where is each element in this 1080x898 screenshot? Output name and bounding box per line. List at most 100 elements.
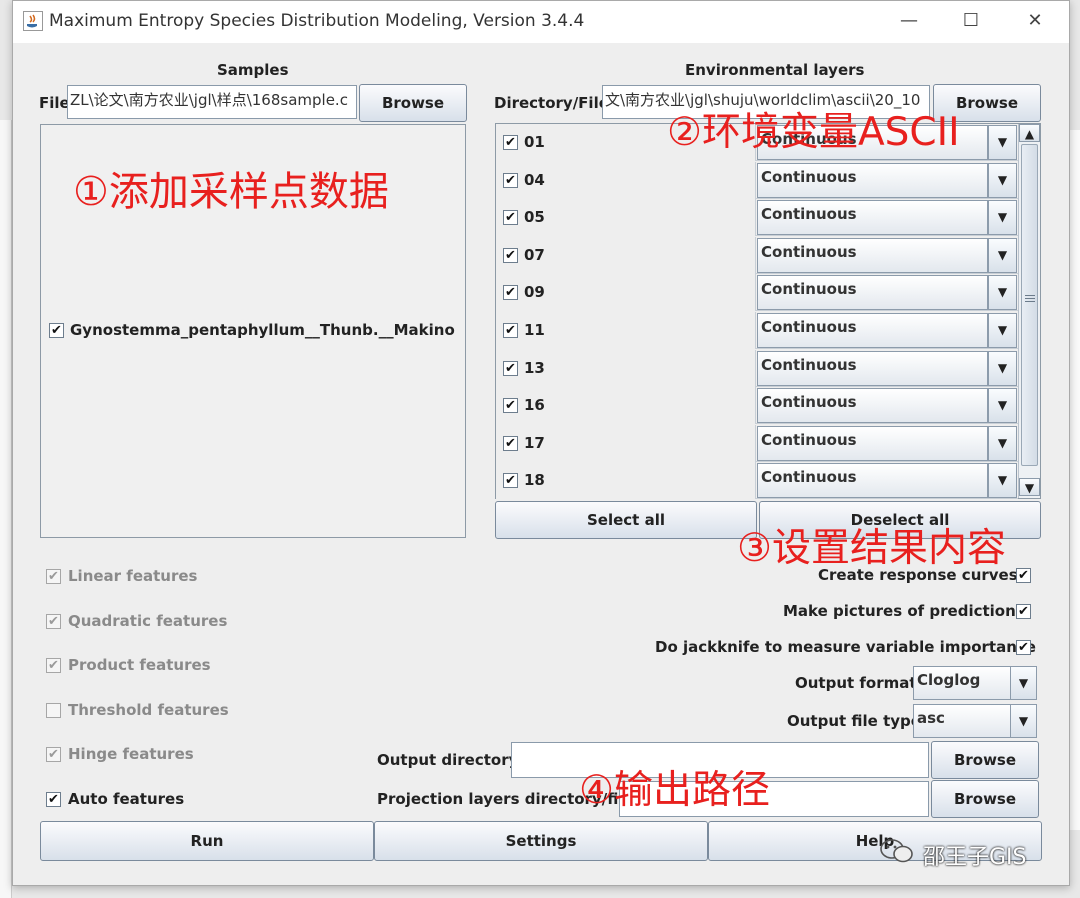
env-layer-checkbox[interactable]: ✔ xyxy=(503,172,518,188)
env-layer-name: 17 xyxy=(524,433,545,452)
env-layer-type-select[interactable]: Continuous xyxy=(757,425,988,461)
env-layer-row[interactable]: ✔ 11 Continuous ▼ xyxy=(496,312,1018,349)
env-layer-type-select[interactable]: Continuous xyxy=(757,388,988,424)
env-layer-row[interactable]: ✔ 04 Continuous ▼ xyxy=(496,161,1018,199)
env-layer-name-cell: ✔ 18 xyxy=(496,462,756,500)
samples-browse-button[interactable]: Browse xyxy=(359,84,467,122)
env-layer-type-dropdown-icon[interactable]: ▼ xyxy=(988,388,1017,424)
watermark-text: 邵王子GIS xyxy=(923,845,1027,870)
feature-label: Threshold features xyxy=(68,700,229,719)
env-layer-type-select[interactable]: Continuous xyxy=(757,200,988,236)
env-layer-checkbox[interactable]: ✔ xyxy=(503,360,518,376)
annotation-output-path: ④输出路径 xyxy=(579,768,770,813)
env-layer-type-dropdown-icon[interactable]: ▼ xyxy=(988,125,1017,160)
env-layer-row[interactable]: ✔ 07 Continuous ▼ xyxy=(496,236,1018,274)
env-layer-name: 18 xyxy=(524,471,545,490)
env-layer-row[interactable]: ✔ 16 Continuous ▼ xyxy=(496,387,1018,425)
samples-file-field[interactable]: ZL\论文\南方农业\jgl\样点\168sample.c xyxy=(67,85,357,119)
feature-label: Product features xyxy=(68,656,211,675)
env-layer-name: 07 xyxy=(524,245,545,264)
env-layer-checkbox[interactable]: ✔ xyxy=(503,473,518,489)
env-header: Environmental layers xyxy=(685,61,865,79)
window-title: Maximum Entropy Species Distribution Mod… xyxy=(49,11,585,31)
env-layer-type-dropdown-icon[interactable]: ▼ xyxy=(988,350,1017,386)
close-button[interactable]: ✕ xyxy=(1015,10,1055,31)
env-layer-checkbox[interactable]: ✔ xyxy=(503,285,518,301)
env-layer-type-select[interactable]: Continuous xyxy=(757,275,988,311)
scroll-up-arrow-icon[interactable]: ▲ xyxy=(1019,124,1040,142)
output-format-select[interactable]: Cloglog xyxy=(913,666,1011,700)
jackknife-checkbox[interactable]: ✔ xyxy=(1016,640,1031,655)
env-layer-checkbox[interactable]: ✔ xyxy=(503,247,518,263)
env-layer-checkbox[interactable]: ✔ xyxy=(503,398,518,414)
env-layer-row[interactable]: ✔ 05 Continuous ▼ xyxy=(496,199,1018,237)
env-layer-checkbox[interactable]: ✔ xyxy=(503,323,518,338)
maximize-button[interactable]: ☐ xyxy=(951,10,991,31)
feature-checkbox xyxy=(46,702,61,718)
env-layer-row[interactable]: ✔ 13 Continuous ▼ xyxy=(496,349,1018,387)
feature-label: Auto features xyxy=(68,790,185,808)
feature-checkbox: ✔ xyxy=(46,747,61,763)
feature-label: Quadratic features xyxy=(68,611,228,630)
projection-browse-button[interactable]: Browse xyxy=(931,780,1039,818)
output-type-dropdown-icon[interactable]: ▼ xyxy=(1010,704,1037,738)
env-layer-type-dropdown-icon[interactable]: ▼ xyxy=(988,313,1017,348)
env-layer-checkbox[interactable]: ✔ xyxy=(503,210,518,226)
env-layer-type-dropdown-icon[interactable]: ▼ xyxy=(988,425,1017,461)
feature-option: ✔ Linear features xyxy=(46,567,266,587)
feature-option[interactable]: ✔ Auto features xyxy=(46,790,266,810)
species-checkbox[interactable]: ✔ xyxy=(49,323,64,338)
env-layer-name: 11 xyxy=(524,321,545,339)
env-layer-row[interactable]: ✔ 17 Continuous ▼ xyxy=(496,424,1018,462)
env-layer-name: 05 xyxy=(524,208,545,227)
scroll-down-arrow-icon[interactable]: ▼ xyxy=(1019,478,1040,496)
select-all-button[interactable]: Select all xyxy=(495,501,757,539)
env-layer-row[interactable]: ✔ 09 Continuous ▼ xyxy=(496,274,1018,312)
annotation-result-settings: ③设置结果内容 xyxy=(737,526,1006,571)
samples-file-label: File xyxy=(39,94,70,112)
run-button[interactable]: Run xyxy=(40,821,374,861)
env-layer-name-cell: ✔ 13 xyxy=(496,349,756,387)
output-format-dropdown-icon[interactable]: ▼ xyxy=(1010,666,1037,700)
minimize-button[interactable]: — xyxy=(889,10,929,31)
response-curves-checkbox[interactable]: ✔ xyxy=(1016,568,1031,583)
env-scrollbar[interactable]: ▲ ▼ xyxy=(1018,124,1040,498)
env-layer-name: 04 xyxy=(524,170,545,189)
env-layer-name: 13 xyxy=(524,358,545,377)
env-layer-name-cell: ✔ 09 xyxy=(496,274,756,312)
env-layer-type-select[interactable]: Continuous xyxy=(757,463,988,499)
output-browse-button[interactable]: Browse xyxy=(931,741,1039,779)
env-layer-name-cell: ✔ 17 xyxy=(496,424,756,462)
env-layer-type-select[interactable]: Continuous xyxy=(757,313,988,348)
env-layer-row[interactable]: ✔ 18 Continuous ▼ xyxy=(496,462,1018,500)
env-dir-label: Directory/File xyxy=(494,94,609,112)
env-layer-type-dropdown-icon[interactable]: ▼ xyxy=(988,275,1017,311)
annotation-env-ascii: ②环境变量ASCII xyxy=(667,110,960,155)
output-type-label: Output file type xyxy=(787,712,921,730)
env-layer-name-cell: ✔ 04 xyxy=(496,161,756,199)
feature-checkbox[interactable]: ✔ xyxy=(46,792,61,807)
java-app-icon xyxy=(23,11,43,31)
annotation-add-samples: ①添加采样点数据 xyxy=(73,169,389,215)
env-layer-type-dropdown-icon[interactable]: ▼ xyxy=(988,237,1017,273)
env-layer-type-select[interactable]: Continuous xyxy=(757,162,988,198)
scroll-thumb[interactable] xyxy=(1021,144,1038,466)
output-directory-label: Output directory xyxy=(377,751,519,769)
env-layer-name-cell: ✔ 07 xyxy=(496,236,756,274)
env-layer-type-dropdown-icon[interactable]: ▼ xyxy=(988,162,1017,198)
settings-button[interactable]: Settings xyxy=(374,821,708,861)
env-layer-type-dropdown-icon[interactable]: ▼ xyxy=(988,200,1017,236)
env-layer-checkbox[interactable]: ✔ xyxy=(503,435,518,451)
feature-checkbox: ✔ xyxy=(46,569,61,584)
feature-option: Threshold features xyxy=(46,701,266,721)
species-name: Gynostemma_pentaphyllum__Thunb.__Makino xyxy=(70,321,455,339)
env-layer-type-select[interactable]: Continuous xyxy=(757,237,988,273)
env-layer-checkbox[interactable]: ✔ xyxy=(503,135,518,150)
wechat-icon xyxy=(879,837,915,865)
env-layer-type-dropdown-icon[interactable]: ▼ xyxy=(988,463,1017,499)
env-layer-name: 16 xyxy=(524,396,545,415)
output-type-select[interactable]: asc xyxy=(913,704,1011,738)
env-layer-type-select[interactable]: Continuous xyxy=(757,350,988,386)
pictures-checkbox[interactable]: ✔ xyxy=(1016,604,1031,619)
feature-checkbox: ✔ xyxy=(46,658,61,674)
